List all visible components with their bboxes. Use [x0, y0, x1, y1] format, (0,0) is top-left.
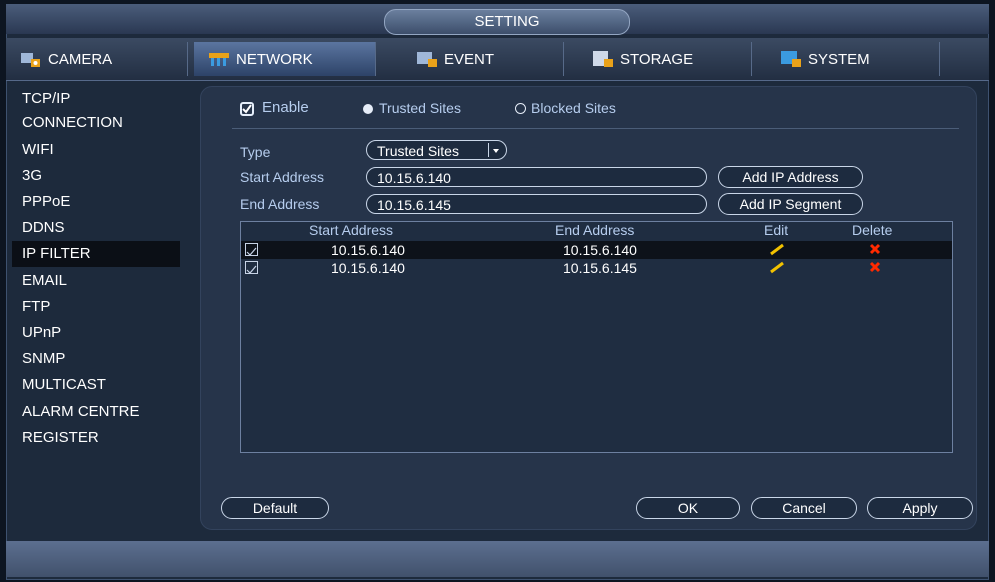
trusted-sites-label: Trusted Sites	[379, 100, 461, 116]
sidebar-item-pppoe[interactable]: PPPoE	[12, 189, 180, 215]
sidebar-item-alarm-centre[interactable]: ALARM CENTRE	[12, 399, 180, 425]
sidebar-item-upnp[interactable]: UPnP	[12, 320, 180, 346]
tab-label: STORAGE	[620, 50, 694, 68]
row-checkbox[interactable]	[245, 243, 258, 256]
type-select[interactable]: Trusted Sites	[366, 140, 507, 160]
col-header-delete: Delete	[852, 222, 893, 238]
row-checkbox[interactable]	[245, 261, 258, 274]
blocked-sites-radio[interactable]	[515, 103, 526, 114]
tab-system[interactable]: SYSTEM	[758, 42, 940, 76]
table-row[interactable]: 10.15.6.140 10.15.6.140	[241, 241, 952, 259]
camera-icon	[20, 50, 42, 68]
row-end-address: 10.15.6.145	[563, 260, 637, 276]
check-icon	[246, 265, 257, 274]
col-header-start-address: Start Address	[309, 222, 394, 238]
row-start-address: 10.15.6.140	[331, 242, 405, 258]
table-row[interactable]: 10.15.6.140 10.15.6.145	[241, 259, 952, 277]
tab-bar: CAMERA NETWORK EVENT STORAGE SYSTEM	[6, 38, 989, 81]
delete-icon[interactable]	[868, 260, 882, 278]
sidebar-item-email[interactable]: EMAIL	[12, 268, 180, 294]
chevron-down-icon	[488, 143, 503, 157]
start-address-input[interactable]: 10.15.6.140	[366, 167, 707, 187]
default-button[interactable]: Default	[221, 497, 329, 519]
sidebar-item-wifi[interactable]: WIFI	[12, 137, 180, 163]
type-label: Type	[240, 144, 271, 160]
status-bar	[6, 541, 989, 577]
sidebar-item-tcpip[interactable]: TCP/IP	[12, 86, 180, 112]
add-ip-segment-button[interactable]: Add IP Segment	[718, 193, 863, 215]
tab-network[interactable]: NETWORK	[194, 42, 376, 76]
add-ip-address-button[interactable]: Add IP Address	[718, 166, 863, 188]
enable-label: Enable	[262, 99, 309, 116]
row-end-address: 10.15.6.140	[563, 242, 637, 258]
type-value: Trusted Sites	[377, 143, 459, 159]
sidebar: TCP/IP CONNECTION WIFI 3G PPPoE DDNS IP …	[12, 86, 180, 526]
edit-icon[interactable]	[769, 242, 785, 260]
tab-label: NETWORK	[236, 50, 313, 68]
divider	[232, 128, 959, 129]
apply-button[interactable]: Apply	[867, 497, 973, 519]
tab-event[interactable]: EVENT	[382, 42, 564, 76]
system-icon	[780, 50, 802, 68]
check-icon	[242, 104, 252, 114]
storage-icon	[592, 50, 614, 68]
end-address-label: End Address	[240, 196, 320, 212]
start-address-label: Start Address	[240, 169, 325, 185]
ok-button[interactable]: OK	[636, 497, 740, 519]
tab-label: SYSTEM	[808, 50, 870, 68]
tab-label: EVENT	[444, 50, 495, 68]
sidebar-item-ddns[interactable]: DDNS	[12, 215, 180, 241]
tab-label: CAMERA	[48, 50, 113, 68]
sidebar-item-ftp[interactable]: FTP	[12, 294, 180, 320]
sidebar-item-register[interactable]: REGISTER	[12, 425, 180, 451]
enable-checkbox[interactable]	[240, 102, 254, 116]
col-header-end-address: End Address	[555, 222, 635, 238]
sidebar-item-3g[interactable]: 3G	[12, 163, 180, 189]
window-title: SETTING	[384, 9, 630, 35]
cancel-button[interactable]: Cancel	[751, 497, 857, 519]
sidebar-item-multicast[interactable]: MULTICAST	[12, 372, 180, 398]
sidebar-item-ip-filter[interactable]: IP FILTER	[12, 241, 180, 267]
edit-icon[interactable]	[769, 260, 785, 278]
delete-icon[interactable]	[868, 242, 882, 260]
end-address-input[interactable]: 10.15.6.145	[366, 194, 707, 214]
network-icon	[208, 50, 230, 68]
row-start-address: 10.15.6.140	[331, 260, 405, 276]
col-header-edit: Edit	[764, 222, 789, 238]
tab-storage[interactable]: STORAGE	[570, 42, 752, 76]
blocked-sites-label: Blocked Sites	[531, 100, 616, 116]
event-icon	[416, 50, 438, 68]
sidebar-item-connection[interactable]: CONNECTION	[12, 110, 180, 136]
sidebar-item-snmp[interactable]: SNMP	[12, 346, 180, 372]
tab-camera[interactable]: CAMERA	[6, 42, 188, 76]
trusted-sites-radio[interactable]	[363, 104, 373, 114]
check-icon	[246, 247, 257, 256]
